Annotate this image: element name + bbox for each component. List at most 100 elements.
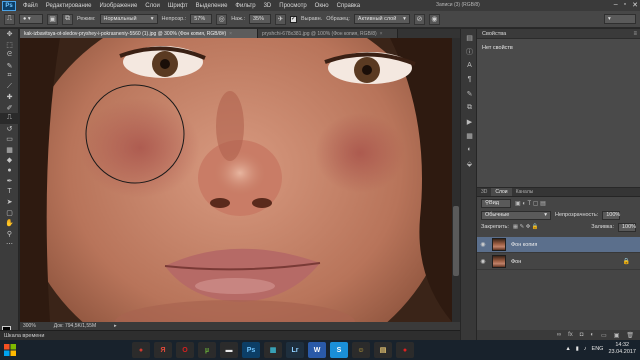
mask-icon[interactable]: ◘ — [580, 332, 584, 338]
pressure-opacity-icon[interactable]: ◎ — [216, 13, 228, 25]
menu-item[interactable]: Окно — [311, 3, 333, 9]
visibility-eye-icon[interactable]: ◉ — [477, 241, 489, 248]
lasso-tool-icon[interactable]: ᘓ — [0, 50, 19, 61]
actions-icon[interactable]: ▶ — [462, 116, 477, 127]
clock[interactable]: 14:32 23.04.2017 — [608, 342, 636, 356]
trash-icon[interactable]: 🗑 — [626, 332, 634, 339]
zoom-tool-icon[interactable]: ⚲ — [0, 229, 19, 240]
flow-field[interactable]: 35% — [248, 14, 271, 24]
layer-kind-select[interactable]: ⚲ Вид — [481, 198, 511, 208]
visibility-eye-icon[interactable]: ◉ — [477, 258, 489, 265]
brush-preset-picker[interactable]: ● ▾ — [19, 14, 43, 24]
zoom-level[interactable]: 300% — [23, 323, 36, 329]
doc-tab[interactable]: pryshchi-678x381.jpg @ 100% (Фон копия, … — [258, 29, 398, 38]
maximize-icon[interactable]: ▫ — [624, 1, 626, 9]
brush-tool-icon[interactable]: ✐ — [0, 103, 19, 114]
layer-row-bg-copy[interactable]: ◉ Фон копия — [477, 237, 640, 253]
menu-item[interactable]: 3D — [260, 3, 276, 9]
brush-presets-icon[interactable]: ✎ — [462, 88, 477, 99]
airbrush-icon[interactable]: ✈ — [274, 13, 286, 25]
image-canvas[interactable] — [20, 38, 452, 322]
menu-item[interactable]: Изображение — [95, 3, 141, 9]
tray-arrow-icon[interactable]: ▲ — [565, 346, 570, 352]
ignore-adjustment-icon[interactable]: ⊘ — [413, 13, 425, 25]
adjustment-layer-icon[interactable]: ◐ — [590, 332, 594, 338]
info-icon[interactable]: ⓘ — [462, 46, 477, 57]
shape-tool-icon[interactable]: ▢ — [0, 208, 19, 219]
lock-icons[interactable]: ▦ ✎ ✥ 🔒 — [513, 224, 539, 230]
marquee-tool-icon[interactable]: ⬚ — [0, 40, 19, 51]
opera-icon[interactable]: O — [176, 342, 194, 358]
tab-layers[interactable]: Слои — [491, 188, 512, 196]
opacity-field[interactable]: 57% — [190, 14, 213, 24]
group-icon[interactable]: ▭ — [601, 332, 607, 339]
type-tool-icon[interactable]: T — [0, 187, 19, 198]
clone-stamp-tool-icon[interactable]: ⎍ — [0, 113, 19, 124]
ai-icon[interactable]: ▦ — [264, 342, 282, 358]
new-layer-icon[interactable]: ▣ — [614, 332, 620, 339]
menu-item[interactable]: Шрифт — [164, 3, 192, 9]
lightroom-icon[interactable]: Lr — [286, 342, 304, 358]
record-icon[interactable]: ● — [396, 342, 414, 358]
quick-select-tool-icon[interactable]: ✎ — [0, 61, 19, 72]
panel-menu-icon[interactable]: ≡ — [633, 31, 637, 37]
fill-field[interactable]: 100% — [618, 222, 636, 232]
clone-source-icon[interactable]: ⧉ — [462, 102, 477, 113]
skype-icon[interactable]: S — [330, 342, 348, 358]
status-arrow-icon[interactable]: ▸ — [114, 323, 117, 329]
vertical-scrollbar[interactable] — [452, 38, 460, 322]
gradient-tool-icon[interactable]: ▦ — [0, 145, 19, 156]
pressure-size-icon[interactable]: ◉ — [428, 13, 440, 25]
swatches-icon[interactable]: ▦ — [462, 130, 477, 141]
healing-brush-tool-icon[interactable]: ✚ — [0, 92, 19, 103]
brush-panel-icon[interactable]: ▣ — [47, 13, 58, 25]
blur-tool-icon[interactable]: ◆ — [0, 155, 19, 166]
sample-select[interactable]: Активный слой ▾ — [353, 14, 410, 24]
volume-icon[interactable]: ♪ — [584, 346, 587, 352]
path-select-tool-icon[interactable]: ➤ — [0, 197, 19, 208]
menu-item[interactable]: Редактирование — [42, 3, 96, 9]
menu-item[interactable]: Файл — [19, 3, 42, 9]
menu-item[interactable]: Просмотр — [275, 3, 310, 9]
aligned-checkbox[interactable]: ✓ — [289, 15, 297, 23]
menu-item[interactable]: Слои — [141, 3, 164, 9]
move-tool-icon[interactable]: ✥ — [0, 29, 19, 40]
yandex-icon[interactable]: Я — [154, 342, 172, 358]
layer-opacity-field[interactable]: 100% — [602, 210, 620, 220]
history-icon[interactable]: ▤ — [462, 32, 477, 43]
photoshop-icon[interactable]: Ps — [242, 342, 260, 358]
paragraph-icon[interactable]: ¶ — [462, 74, 477, 85]
menu-item[interactable]: Фильтр — [231, 3, 259, 9]
character-icon[interactable]: A — [462, 60, 477, 71]
eyedropper-tool-icon[interactable]: ⟋ — [0, 82, 19, 93]
filter-icons[interactable]: ▣ ◐ T ▢ ▤ — [515, 200, 546, 207]
blend-mode-select[interactable]: Обычные ▾ — [481, 210, 551, 220]
minimize-icon[interactable]: – — [614, 1, 618, 9]
fx-icon[interactable]: fx — [568, 332, 573, 338]
more-tools-icon[interactable]: ⋯ — [0, 239, 19, 250]
terminal-icon[interactable]: ▬ — [220, 342, 238, 358]
clone-source-icon[interactable]: ⧉ — [62, 13, 73, 25]
doc-tab-active[interactable]: kak-izbavitsya-ot-sledov-pryshey-i-pokra… — [20, 29, 258, 38]
history-brush-tool-icon[interactable]: ↺ — [0, 124, 19, 135]
tab-channels[interactable]: Каналы — [512, 188, 538, 196]
messenger-icon[interactable]: ☺ — [352, 342, 370, 358]
folder-icon[interactable]: ▤ — [374, 342, 392, 358]
eraser-tool-icon[interactable]: ▭ — [0, 134, 19, 145]
hand-tool-icon[interactable]: ✋ — [0, 218, 19, 229]
dodge-tool-icon[interactable]: ● — [0, 166, 19, 177]
layer-row-bg[interactable]: ◉ Фон 🔒 — [477, 254, 640, 270]
clone-stamp-tool-icon[interactable]: ⎍ — [4, 13, 15, 25]
utorrent-icon[interactable]: µ — [198, 342, 216, 358]
crop-tool-icon[interactable]: ⌗ — [0, 71, 19, 82]
close-icon[interactable]: ✕ — [632, 1, 638, 9]
styles-icon[interactable]: ⬙ — [462, 158, 477, 169]
word-icon[interactable]: W — [308, 342, 326, 358]
scrollbar-thumb[interactable] — [453, 206, 459, 276]
network-icon[interactable]: ▮ — [576, 346, 579, 352]
workspace-select[interactable]: ▾ — [604, 14, 636, 24]
menu-item[interactable]: Выделение — [192, 3, 232, 9]
adjustments-icon[interactable]: ◐ — [462, 144, 477, 155]
link-icon[interactable]: ∞ — [557, 332, 561, 338]
timeline-bar[interactable]: Шкала времени — [0, 330, 460, 340]
